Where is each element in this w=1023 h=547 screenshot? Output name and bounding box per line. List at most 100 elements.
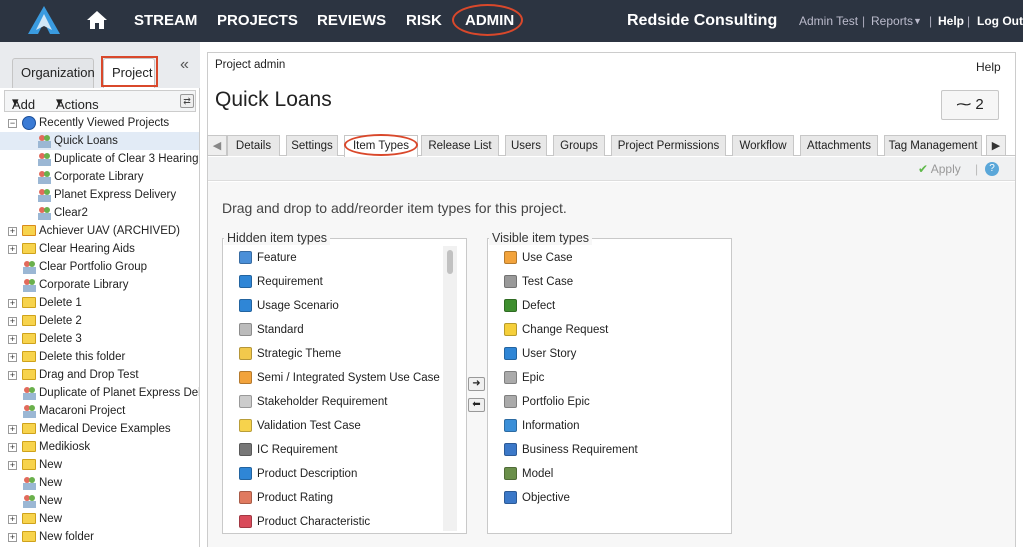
move-right-button[interactable]: ➜	[468, 377, 485, 391]
item-type-label: Product Description	[257, 468, 358, 480]
tab-attachments[interactable]: Attachments	[800, 135, 878, 156]
folder-icon	[22, 423, 36, 434]
expand-icon[interactable]: +	[8, 443, 17, 452]
tab-organization[interactable]: Organization	[12, 58, 95, 88]
folder-icon	[22, 531, 36, 542]
item-type-label: Usage Scenario	[257, 300, 339, 312]
tab-project-permissions[interactable]: Project Permissions	[611, 135, 726, 156]
divider: |	[929, 14, 933, 28]
collapse-panel-icon[interactable]: «	[180, 56, 189, 74]
business-requirement-icon	[504, 443, 517, 456]
tree-item[interactable]: New	[0, 492, 199, 510]
add-label: Add	[12, 97, 36, 112]
tree-item[interactable]: Duplicate of Planet Express Delivery	[0, 384, 199, 402]
expand-icon[interactable]: +	[8, 227, 17, 236]
nav-risk[interactable]: RISK	[406, 0, 442, 42]
folder-icon	[22, 351, 36, 362]
expand-icon[interactable]: +	[8, 245, 17, 254]
tab-release-list[interactable]: Release List	[421, 135, 499, 156]
tab-details[interactable]: Details	[227, 135, 280, 156]
tree-item[interactable]: + Medical Device Examples	[0, 420, 199, 438]
user-name[interactable]: Admin Test	[799, 0, 858, 42]
help-question-icon[interactable]: ?	[985, 162, 999, 176]
tree-item-label: Drag and Drop Test	[39, 369, 139, 381]
tree-item[interactable]: + Delete 3	[0, 330, 199, 348]
add-menu[interactable]: Add ▾	[12, 94, 35, 112]
home-icon[interactable]	[86, 10, 108, 30]
tree-item[interactable]: Quick Loans	[0, 132, 199, 150]
actions-menu[interactable]: Actions ▾	[56, 94, 99, 112]
tree-item[interactable]: Planet Express Delivery	[0, 186, 199, 204]
expand-icon[interactable]: +	[8, 335, 17, 344]
tree-item[interactable]: + Achiever UAV (ARCHIVED)	[0, 222, 199, 240]
project-icon	[22, 476, 37, 490]
feature-icon	[239, 251, 252, 264]
product-description-icon	[239, 467, 252, 480]
nav-reviews[interactable]: REVIEWS	[317, 0, 386, 42]
tab-scroll-left-icon[interactable]: ◀	[207, 135, 227, 156]
chevron-down-icon[interactable]: ▼	[913, 0, 922, 42]
divider: |	[862, 14, 866, 28]
tree-item-label: Delete this folder	[39, 351, 126, 363]
item-type-label: IC Requirement	[257, 444, 338, 456]
information-icon	[504, 419, 517, 432]
collapse-icon[interactable]: −	[8, 119, 17, 128]
tab-workflow[interactable]: Workflow	[732, 135, 794, 156]
hidden-list-scrollbar[interactable]	[443, 246, 457, 531]
tree-item[interactable]: Corporate Library	[0, 168, 199, 186]
tree-item[interactable]: + Delete this folder	[0, 348, 199, 366]
expand-icon[interactable]: +	[8, 371, 17, 380]
tree-item[interactable]: + Drag and Drop Test	[0, 366, 199, 384]
expand-icon[interactable]: +	[8, 533, 17, 542]
tab-groups[interactable]: Groups	[553, 135, 605, 156]
tree-item[interactable]: New	[0, 474, 199, 492]
tree-item[interactable]: + Clear Hearing Aids	[0, 240, 199, 258]
expand-icon[interactable]: +	[8, 425, 17, 434]
nav-stream[interactable]: STREAM	[134, 0, 197, 42]
expand-icon[interactable]: +	[8, 461, 17, 470]
scrollbar-thumb[interactable]	[447, 250, 453, 274]
tree-item[interactable]: Corporate Library	[0, 276, 199, 294]
logout-link[interactable]: Log Out	[977, 0, 1023, 42]
folder-icon	[22, 297, 36, 308]
tree-item[interactable]: + New	[0, 456, 199, 474]
expand-icon[interactable]: +	[8, 353, 17, 362]
tree-item[interactable]: Duplicate of Clear 3 Hearing Aids	[0, 150, 199, 168]
tree-item[interactable]: + New	[0, 510, 199, 528]
project-icon	[37, 188, 52, 202]
app-logo-icon[interactable]	[22, 4, 66, 38]
expand-icon[interactable]: +	[8, 317, 17, 326]
tab-users[interactable]: Users	[505, 135, 547, 156]
use-case-icon	[239, 371, 252, 384]
tree-item[interactable]: Clear2	[0, 204, 199, 222]
tree-item[interactable]: + Medikiosk	[0, 438, 199, 456]
action-toolbar	[208, 157, 1015, 181]
expand-icon[interactable]: +	[8, 515, 17, 524]
user-story-icon	[504, 347, 517, 360]
tree-item-label: Corporate Library	[54, 171, 144, 183]
tree-item[interactable]: − Recently Viewed Projects	[0, 114, 199, 132]
tree-item-label: Duplicate of Planet Express Delivery	[39, 387, 199, 399]
project-icon	[37, 134, 52, 148]
tab-scroll-right-icon[interactable]: ▶	[986, 135, 1006, 156]
item-types-highlight-circle	[344, 134, 418, 156]
tree-item[interactable]: + Delete 2	[0, 312, 199, 330]
reports-menu[interactable]: Reports	[871, 0, 913, 42]
tab-settings[interactable]: Settings	[286, 135, 338, 156]
apply-button[interactable]: ✔ Apply	[918, 162, 961, 176]
move-left-button[interactable]: ⬅	[468, 398, 485, 412]
activity-button[interactable]: ⁓ 2	[941, 90, 999, 120]
tree-item[interactable]: Macaroni Project	[0, 402, 199, 420]
expand-icon[interactable]: +	[8, 299, 17, 308]
tab-tag-management[interactable]: Tag Management	[884, 135, 982, 156]
top-navigation-bar: STREAM PROJECTS REVIEWS RISK ADMIN Redsi…	[0, 0, 1023, 42]
nav-projects[interactable]: PROJECTS	[217, 0, 298, 42]
product-rating-icon	[239, 491, 252, 504]
company-name: Redside Consulting	[627, 12, 778, 29]
tree-item[interactable]: + New folder	[0, 528, 199, 546]
refresh-icon[interactable]: ⇄	[180, 94, 194, 108]
tree-item[interactable]: + Delete 1	[0, 294, 199, 312]
help-link[interactable]: Help	[938, 0, 964, 42]
help-link[interactable]: Help	[976, 60, 1001, 74]
tree-item[interactable]: Clear Portfolio Group	[0, 258, 199, 276]
